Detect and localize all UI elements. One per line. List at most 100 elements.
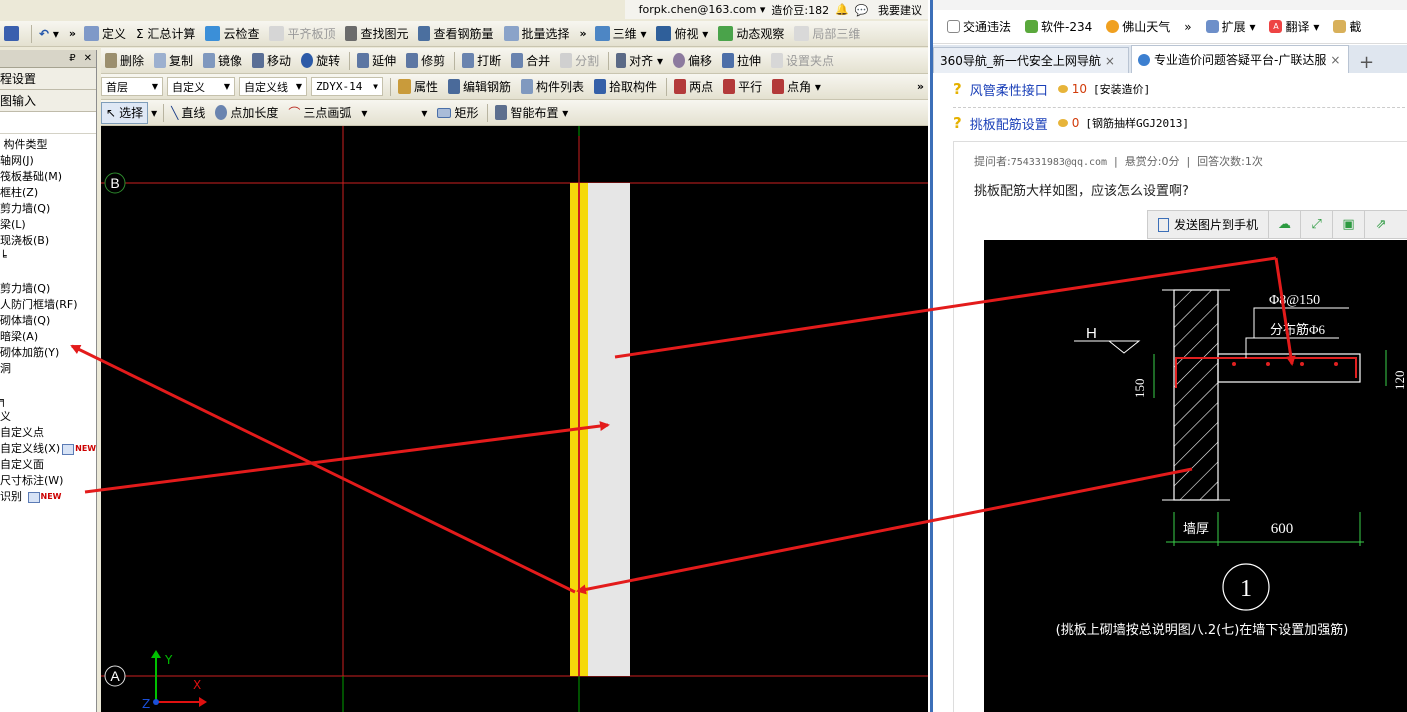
3d-view-dropdown[interactable]: 三维 ▾ — [591, 23, 651, 45]
parallel-button[interactable]: 平行 — [719, 76, 766, 98]
three-point-arc-button[interactable]: ⌒ 三点画弧 — [284, 102, 355, 124]
cloud-save-icon[interactable]: ☁ — [1269, 211, 1302, 238]
line-tool-button[interactable]: ╲ 直线 — [167, 102, 209, 124]
align-dropdown[interactable]: 对齐 ▾ — [612, 50, 667, 72]
cloud-check-button[interactable]: 云检查 — [201, 23, 263, 45]
translate-button[interactable]: A 翻译 ▾ — [1269, 18, 1319, 35]
trim-button[interactable]: 修剪 — [402, 50, 449, 72]
copy-button[interactable]: 复制 — [150, 50, 197, 72]
select-tool-button[interactable]: ↖ 选择 — [101, 101, 149, 124]
bookmark-weather[interactable]: 佛山天气 — [1106, 18, 1170, 35]
component-type-select[interactable]: 自定义 ▼ — [167, 77, 235, 96]
undo-button[interactable]: ↶ ▾ — [35, 23, 63, 45]
dynamic-orbit-button[interactable]: 动态观察 — [714, 23, 788, 45]
bookmarks-overflow[interactable]: » — [1184, 20, 1191, 34]
point-angle-dropdown[interactable]: 点角 ▾ — [768, 76, 825, 98]
feedback-button[interactable]: 💬 我要建议 — [855, 2, 922, 18]
merge-button[interactable]: 合并 — [507, 50, 554, 72]
rectangle-button[interactable]: 矩形 — [433, 102, 482, 124]
blank-dropdown[interactable]: ▾ — [373, 102, 431, 124]
tab-close-icon-2[interactable]: × — [1330, 53, 1340, 67]
bell-icon[interactable]: 🔔 — [835, 3, 849, 16]
smart-layout-dropdown[interactable]: 智能布置 ▾ — [491, 102, 572, 124]
tab-glodon-qa[interactable]: 专业造价问题答疑平台-广联达服 × — [1131, 45, 1349, 73]
tree-item-shear-wall[interactable]: 剪力墙(Q) — [0, 201, 96, 217]
tab-close-icon[interactable]: × — [1105, 54, 1115, 68]
tree-item-civil-defense-door-wall[interactable]: 人防门框墙(RF) — [0, 297, 96, 313]
tree-item-masonry-reinforcement[interactable]: 砌体加筋(Y) — [0, 345, 96, 361]
tree-item-frame-column[interactable]: 框柱(Z) — [0, 185, 96, 201]
floor-select[interactable]: 首层 ▼ — [101, 77, 163, 96]
extend-button[interactable]: 延伸 — [353, 50, 400, 72]
move-button[interactable]: 移动 — [248, 50, 295, 72]
tree-item-recognize[interactable]: 识别 NEW — [0, 489, 96, 505]
tree-item-axis-grid[interactable]: 轴网(J) — [0, 153, 96, 169]
send-to-phone-button[interactable]: 发送图片到手机 — [1148, 211, 1270, 238]
local-3d-button[interactable]: 局部三维 — [790, 23, 864, 45]
define-button[interactable]: 定义 — [80, 23, 130, 45]
slab-strip-element[interactable] — [588, 183, 630, 676]
save-icon[interactable] — [0, 23, 26, 45]
set-grip-button[interactable]: 设置夹点 — [767, 50, 838, 72]
tree-item-hidden-beam[interactable]: 暗梁(A) — [0, 329, 96, 345]
flush-slab-top-button[interactable]: 平齐板顶 — [265, 23, 339, 45]
toolbar-overflow-icon[interactable]: » — [65, 27, 80, 40]
toolbar-overflow-icon-2[interactable]: » — [576, 27, 591, 40]
stretch-button[interactable]: 拉伸 — [718, 50, 765, 72]
question-link-1[interactable]: 风管柔性接口 — [970, 80, 1048, 99]
tree-item-raft-foundation[interactable]: 筏板基础(M) — [0, 169, 96, 185]
point-length-button[interactable]: 点加长度 — [211, 102, 282, 124]
screenshot-button[interactable]: 截 — [1333, 18, 1361, 35]
fullscreen-icon[interactable]: ⤢ — [1301, 211, 1334, 238]
properties-button[interactable]: 属性 — [394, 76, 442, 98]
tab-drawing-input[interactable]: 图输入 — [0, 90, 96, 112]
question-image[interactable]: Φ8@150 分布筋Φ6 H 150 120 墙厚 600 1 (挑板上砌墙按总… — [984, 240, 1407, 712]
tree-item-shear-wall-2[interactable]: 剪力墙(Q) — [0, 281, 96, 297]
tree-group-collapsed[interactable]: ╘ — [0, 249, 96, 265]
mirror-button[interactable]: 镜像 — [199, 50, 246, 72]
share-icon[interactable]: ⇗ — [1365, 211, 1397, 238]
tree-item-custom-line[interactable]: 自定义线(X) NEW — [0, 441, 96, 457]
view-rebar-button[interactable]: 查看钢筋量 — [414, 23, 497, 45]
component-name-select[interactable]: ZDYX-14 ▼ — [311, 77, 383, 96]
tree-item-custom-face[interactable]: 自定义面 — [0, 457, 96, 473]
offset-button[interactable]: 偏移 — [669, 50, 716, 72]
tree-item-cast-slab[interactable]: 现浇板(B) — [0, 233, 96, 249]
batch-select-button[interactable]: 批量选择 — [500, 23, 574, 45]
extensions-button[interactable]: 扩展 ▾ — [1205, 18, 1255, 35]
tree-item-masonry-wall[interactable]: 砌体墙(Q) — [0, 313, 96, 329]
tab-project-settings[interactable]: 程设置 — [0, 68, 96, 90]
arc-dropdown-icon[interactable]: ▾ — [357, 102, 371, 124]
asker-email[interactable]: 754331983@qq.com — [1011, 157, 1107, 168]
break-button[interactable]: 打断 — [458, 50, 505, 72]
tree-item-opening[interactable]: 洞 — [0, 361, 96, 377]
component-subtype-select[interactable]: 自定义线 ▼ — [239, 77, 307, 96]
rotate-button[interactable]: 旋转 — [297, 50, 344, 72]
bookmark-software[interactable]: 软件-234 — [1025, 18, 1092, 35]
bookmark-traffic[interactable]: 交通违法 — [947, 18, 1011, 35]
two-points-button[interactable]: 两点 — [670, 76, 717, 98]
tree-root-item[interactable]: 构件类型 — [0, 137, 96, 153]
select-dropdown-icon[interactable]: ▾ — [150, 102, 158, 124]
split-button[interactable]: 分割 — [556, 50, 603, 72]
toolbar-overflow-icon-3[interactable]: » — [913, 80, 928, 93]
save-icon-2[interactable]: ▣ — [1333, 211, 1366, 238]
top-view-dropdown[interactable]: 俯视 ▾ — [652, 23, 712, 45]
tree-item-custom-point[interactable]: 自定义点 — [0, 425, 96, 441]
tab-360-nav[interactable]: 360导航_新一代安全上网导航 × — [933, 47, 1129, 73]
summary-calc-button[interactable]: Σ 汇总计算 — [132, 23, 199, 45]
close-icon[interactable]: ✕ — [84, 53, 92, 64]
pin-icon[interactable]: ₽ — [69, 53, 75, 64]
edit-rebar-button[interactable]: 编辑钢筋 — [444, 76, 515, 98]
component-list-button[interactable]: 构件列表 — [517, 76, 588, 98]
drawing-canvas[interactable]: B A Y X Z — [101, 126, 928, 712]
pick-component-button[interactable]: 拾取构件 — [590, 76, 661, 98]
user-account-menu[interactable]: forpk.chen@163.com ▾ — [639, 3, 766, 16]
find-element-button[interactable]: 查找图元 — [341, 23, 412, 45]
tree-item-custom-group[interactable]: 义 — [0, 409, 96, 425]
question-link-2[interactable]: 挑板配筋设置 — [970, 114, 1048, 133]
new-tab-button[interactable]: + — [1351, 52, 1382, 73]
tree-item-beam[interactable]: 梁(L) — [0, 217, 96, 233]
tree-group-collapsed-2[interactable]: ╕ — [0, 393, 96, 409]
tree-item-dimension[interactable]: 尺寸标注(W) — [0, 473, 96, 489]
